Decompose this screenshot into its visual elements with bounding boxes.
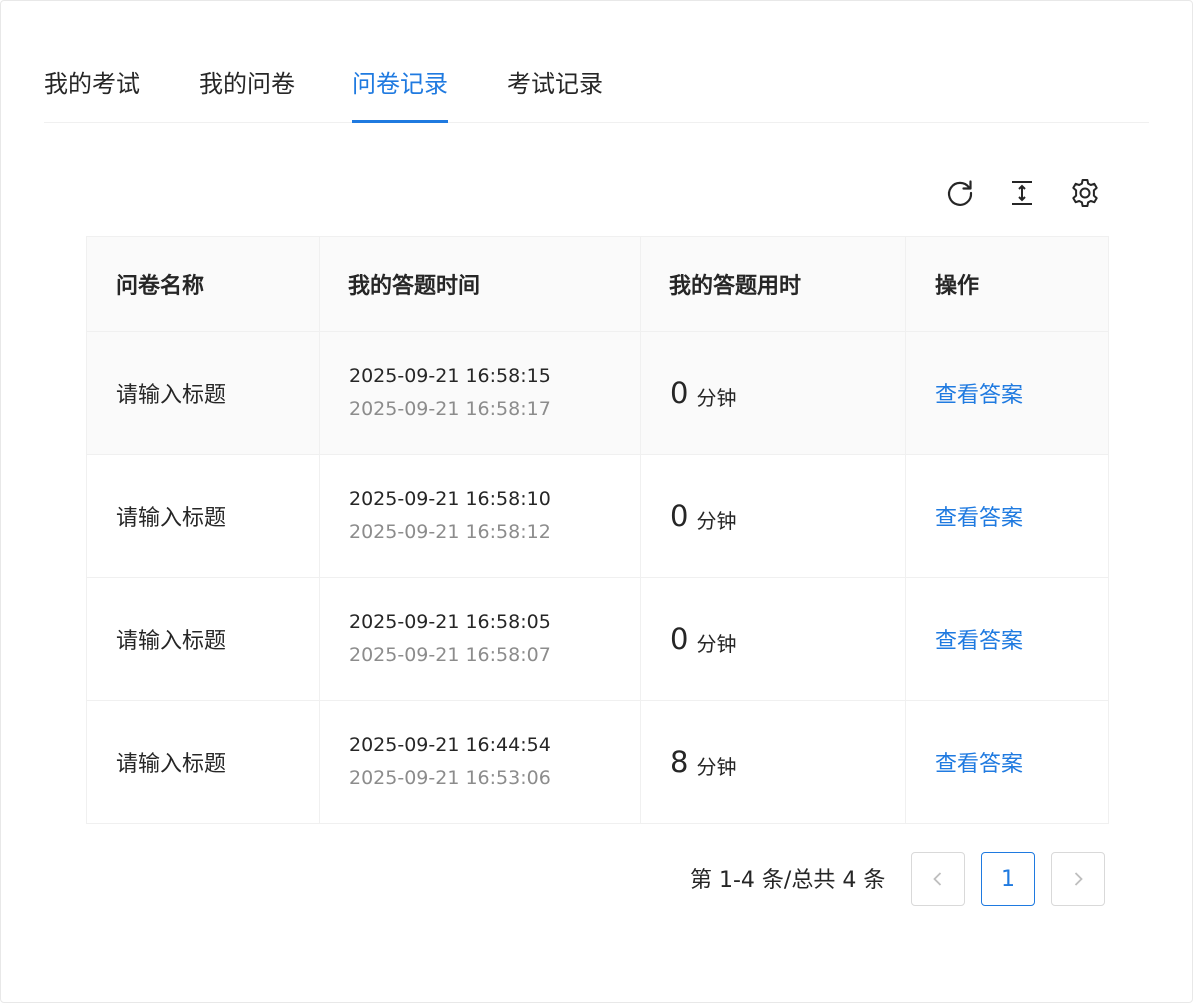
table-header-row: 问卷名称 我的答题时间 我的答题用时 操作	[87, 237, 1108, 332]
column-header-name: 问卷名称	[87, 237, 320, 331]
tab-my-exams[interactable]: 我的考试	[44, 60, 140, 122]
survey-name: 请输入标题	[87, 455, 320, 577]
duration-cell: 0 分钟	[641, 578, 906, 700]
answer-time-cell: 2025-09-21 16:58:05 2025-09-21 16:58:07	[320, 578, 641, 700]
duration-value: 0	[670, 499, 689, 533]
column-height-icon	[1012, 181, 1032, 205]
tab-exam-records[interactable]: 考试记录	[507, 60, 603, 122]
actions-cell: 查看答案	[906, 332, 1106, 454]
table-row: 请输入标题 2025-09-21 16:58:15 2025-09-21 16:…	[87, 332, 1108, 455]
actions-cell: 查看答案	[906, 455, 1106, 577]
duration-unit: 分钟	[696, 385, 737, 410]
chevron-right-icon	[1074, 872, 1083, 886]
tab-bar: 我的考试 我的问卷 问卷记录 考试记录	[44, 60, 1149, 123]
duration-unit: 分钟	[696, 631, 737, 656]
duration-cell: 8 分钟	[641, 701, 906, 823]
column-header-answer-time: 我的答题时间	[320, 237, 641, 331]
tab-my-surveys[interactable]: 我的问卷	[199, 60, 295, 122]
start-time: 2025-09-21 16:44:54	[349, 734, 551, 756]
survey-name: 请输入标题	[87, 578, 320, 700]
survey-name: 请输入标题	[87, 332, 320, 454]
duration-value: 8	[670, 745, 689, 779]
prev-page-button[interactable]	[911, 852, 965, 906]
answer-time-cell: 2025-09-21 16:58:15 2025-09-21 16:58:17	[320, 332, 641, 454]
page-1-button[interactable]: 1	[981, 852, 1035, 906]
actions-cell: 查看答案	[906, 578, 1106, 700]
table-row: 请输入标题 2025-09-21 16:58:10 2025-09-21 16:…	[87, 455, 1108, 578]
duration-value: 0	[670, 376, 689, 410]
column-header-actions: 操作	[935, 274, 980, 299]
duration-value: 0	[670, 622, 689, 656]
duration-unit: 分钟	[696, 754, 737, 779]
duration-cell: 0 分钟	[641, 455, 906, 577]
view-answer-link[interactable]: 查看答案	[935, 377, 1023, 409]
survey-name: 请输入标题	[87, 701, 320, 823]
reload-icon	[947, 180, 973, 206]
table-row: 请输入标题 2025-09-21 16:44:54 2025-09-21 16:…	[87, 701, 1108, 823]
start-time: 2025-09-21 16:58:15	[349, 365, 551, 387]
reload-button[interactable]	[944, 176, 976, 210]
records-table: 问卷名称 我的答题时间 我的答题用时 操作 请输入标题 2025-09-21 1…	[86, 236, 1109, 824]
table-row: 请输入标题 2025-09-21 16:58:05 2025-09-21 16:…	[87, 578, 1108, 701]
start-time: 2025-09-21 16:58:10	[349, 488, 551, 510]
view-answer-link[interactable]: 查看答案	[935, 746, 1023, 778]
tab-survey-records[interactable]: 问卷记录	[352, 60, 448, 123]
next-page-button[interactable]	[1051, 852, 1105, 906]
column-header-duration: 我的答题用时	[641, 237, 906, 331]
settings-button[interactable]	[1069, 176, 1101, 210]
answer-time-cell: 2025-09-21 16:58:10 2025-09-21 16:58:12	[320, 455, 641, 577]
end-time: 2025-09-21 16:58:07	[349, 644, 551, 666]
chevron-left-icon	[933, 872, 942, 886]
end-time: 2025-09-21 16:58:17	[349, 398, 551, 420]
duration-cell: 0 分钟	[641, 332, 906, 454]
end-time: 2025-09-21 16:53:06	[349, 767, 551, 789]
pagination-total: 第 1-4 条/总共 4 条	[690, 868, 886, 893]
duration-unit: 分钟	[696, 508, 737, 533]
density-button[interactable]	[1006, 176, 1038, 210]
view-answer-link[interactable]: 查看答案	[935, 500, 1023, 532]
actions-cell: 查看答案	[906, 701, 1106, 823]
end-time: 2025-09-21 16:58:12	[349, 521, 551, 543]
start-time: 2025-09-21 16:58:05	[349, 611, 551, 633]
gear-icon	[1072, 179, 1098, 207]
view-answer-link[interactable]: 查看答案	[935, 623, 1023, 655]
answer-time-cell: 2025-09-21 16:44:54 2025-09-21 16:53:06	[320, 701, 641, 823]
